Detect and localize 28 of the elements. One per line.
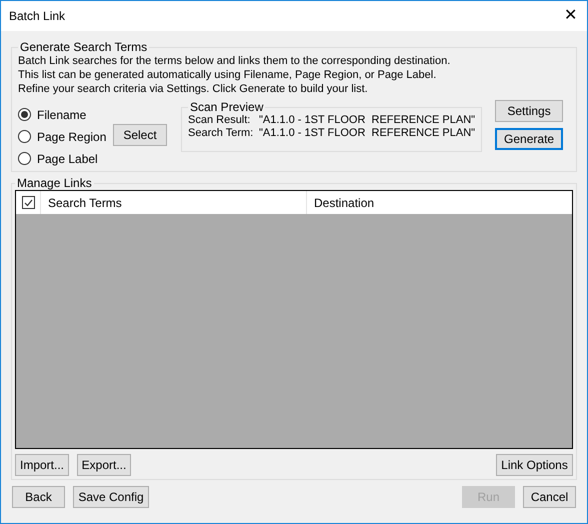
- preview-label: Search Term:: [188, 127, 254, 140]
- description-text: Batch Link searches for the terms below and links them to the corresponding destination.: [18, 54, 450, 68]
- button[interactable]: Link Options: [496, 454, 573, 476]
- radio-button[interactable]: Filename: [18, 106, 113, 123]
- button[interactable]: Save Config: [73, 486, 149, 508]
- button[interactable]: Import...: [15, 454, 69, 476]
- description-text: Refine your search criteria via Settings. Click Generate to build your list.: [18, 82, 368, 96]
- check-icon: [24, 198, 32, 206]
- button[interactable]: Generate: [495, 128, 564, 150]
- checkbox[interactable]: [22, 196, 34, 209]
- preview-label: Scan Result:: [188, 114, 252, 127]
- button[interactable]: Settings: [495, 100, 564, 122]
- button[interactable]: Cancel: [523, 486, 576, 508]
- description-text: This list can be generated automatically using Filename, Page Region, or Page Label.: [18, 68, 436, 82]
- radio-button[interactable]: Page Region: [18, 128, 113, 145]
- column-header[interactable]: Destination: [307, 191, 572, 214]
- group-title: Manage Links: [16, 176, 93, 190]
- column-header[interactable]: Search Terms: [41, 191, 307, 214]
- group-title: Scan Preview: [189, 100, 264, 114]
- window-title: Batch Link: [9, 8, 66, 25]
- group-title: Generate Search Terms: [19, 40, 148, 54]
- close-button[interactable]: ✕: [564, 8, 577, 24]
- preview-value: "A1.1.0 - 1ST FLOOR REFERENCE PLAN": [259, 127, 476, 140]
- button[interactable]: Select: [113, 124, 167, 146]
- button[interactable]: Back: [12, 486, 65, 508]
- preview-value: "A1.1.0 - 1ST FLOOR REFERENCE PLAN": [259, 114, 476, 127]
- button[interactable]: Export...: [77, 454, 131, 476]
- radio-button[interactable]: Page Label: [18, 150, 113, 167]
